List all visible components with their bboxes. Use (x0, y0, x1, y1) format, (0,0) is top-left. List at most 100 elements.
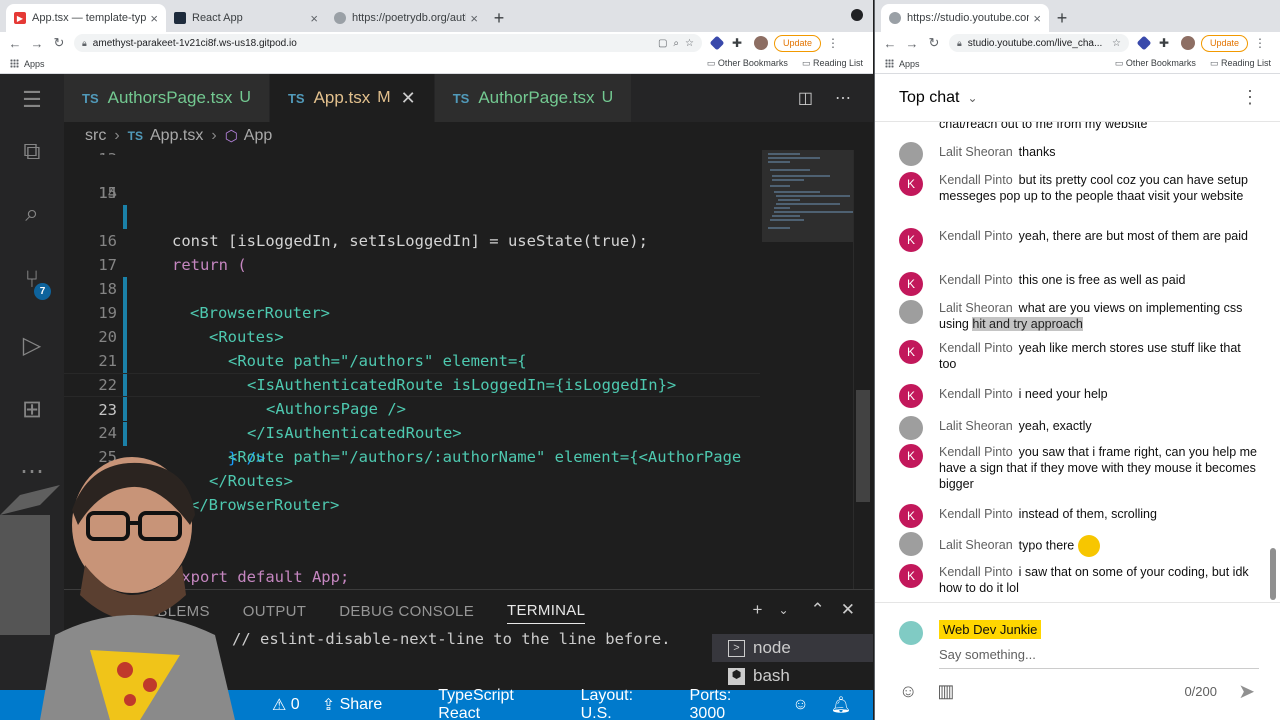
editor-tab-app[interactable]: TS App.tsx M ✕ (269, 74, 435, 122)
terminal-node[interactable]: > node (712, 634, 873, 662)
explorer-icon[interactable]: ⧉ (16, 136, 48, 168)
message-author[interactable]: Lalit Sheoran (939, 419, 1013, 433)
close-panel-icon[interactable]: ✕ (841, 600, 855, 620)
message-author[interactable]: Lalit Sheoran (939, 145, 1013, 159)
avatar[interactable] (899, 142, 923, 166)
message-author[interactable]: Kendall Pinto (939, 273, 1013, 287)
browser-menu-icon[interactable]: ⋮ (827, 36, 839, 50)
profile-avatar[interactable] (1181, 36, 1195, 50)
message-author[interactable]: Kendall Pinto (939, 173, 1013, 187)
browser-tab-app-tsx[interactable]: ▶ App.tsx — template-typescript × (6, 4, 166, 32)
avatar[interactable]: K (899, 384, 923, 408)
message-author[interactable]: Kendall Pinto (939, 229, 1013, 243)
back-icon[interactable]: ← (4, 36, 26, 51)
profile-avatar[interactable] (754, 36, 768, 50)
apps-bookmark[interactable]: Apps (10, 59, 45, 69)
bookmark-star-icon[interactable]: ☆ (1112, 38, 1121, 49)
avatar[interactable] (899, 416, 923, 440)
emoji-picker-icon[interactable]: ☺ (899, 681, 917, 702)
problems-status[interactable]: ⚠ 0 (272, 695, 300, 715)
share-status[interactable]: ⇪ Share (322, 695, 383, 715)
avatar[interactable]: K (899, 272, 923, 296)
avatar[interactable]: K (899, 340, 923, 364)
menu-icon[interactable]: ☰ (16, 84, 48, 116)
run-debug-icon[interactable]: ▷ (16, 330, 48, 362)
close-tab-icon[interactable]: × (150, 11, 158, 26)
tab-output[interactable]: OUTPUT (243, 603, 306, 624)
keyboard-layout[interactable]: Layout: U.S. (581, 687, 668, 720)
browser-menu-icon[interactable]: ⋮ (1254, 36, 1266, 50)
terminal-bash[interactable]: ⬢ bash (712, 662, 873, 690)
browser-tab-poetrydb[interactable]: https://poetrydb.org/author × (326, 4, 486, 32)
minimap[interactable] (760, 150, 860, 652)
message-author[interactable]: Kendall Pinto (939, 565, 1013, 579)
split-editor-icon[interactable]: ◫ (798, 88, 813, 108)
reload-icon[interactable]: ↻ (923, 35, 945, 51)
forward-icon[interactable]: → (901, 36, 923, 51)
update-button[interactable]: Update (1201, 34, 1249, 52)
chat-input[interactable]: Say something... (939, 647, 1259, 669)
extensions-icon[interactable]: ⊞ (16, 394, 48, 426)
top-chat-dropdown[interactable]: Top chat (899, 89, 959, 107)
message-author[interactable]: Lalit Sheoran (939, 301, 1013, 315)
language-mode[interactable]: TypeScript React (438, 687, 558, 720)
feedback-icon[interactable]: ☺ (792, 696, 808, 714)
message-author[interactable]: Kendall Pinto (939, 507, 1013, 521)
message-author[interactable]: Lalit Sheoran (939, 538, 1013, 552)
address-bar[interactable]: 🔒︎ studio.youtube.com/live_cha... ☆ (949, 34, 1129, 52)
address-bar[interactable]: 🔒︎ amethyst-parakeet-1v21ci8f.ws-us18.gi… (74, 34, 702, 52)
close-tab-icon[interactable]: ✕ (401, 88, 416, 109)
puzzle-icon[interactable]: ✚ (732, 36, 746, 50)
avatar[interactable] (899, 532, 923, 556)
message-author[interactable]: Kendall Pinto (939, 445, 1013, 459)
other-bookmarks[interactable]: Other Bookmarks (707, 58, 788, 69)
editor-scrollbar[interactable] (853, 150, 873, 652)
breadcrumb-folder[interactable]: src (85, 127, 106, 145)
message-author[interactable]: Kendall Pinto (939, 341, 1013, 355)
send-icon[interactable]: ➤ (1238, 679, 1255, 704)
chat-messages[interactable]: chat/reach out to me from my website Lal… (875, 122, 1280, 602)
ports-status[interactable]: Ports: 3000 (690, 687, 771, 720)
message-author[interactable]: Kendall Pinto (939, 387, 1013, 401)
close-tab-icon[interactable]: × (310, 11, 318, 26)
editor-tab-authorpage[interactable]: TS AuthorPage.tsx U (434, 74, 633, 122)
tab-search-icon[interactable] (851, 9, 863, 21)
chat-menu-icon[interactable]: ⋮ (1241, 87, 1259, 108)
tab-debug-console[interactable]: DEBUG CONSOLE (339, 603, 474, 624)
avatar[interactable]: K (899, 228, 923, 252)
chevron-down-icon[interactable]: ⌄ (967, 91, 977, 105)
search-icon[interactable]: ⌕ (16, 198, 48, 230)
zoom-icon[interactable]: ⌕ (673, 38, 679, 49)
bookmark-star-icon[interactable]: ☆ (685, 38, 694, 49)
new-terminal-icon[interactable]: + (753, 600, 763, 620)
editor-tab-authorspage[interactable]: TS AuthorsPage.tsx U (64, 74, 270, 122)
avatar[interactable]: K (899, 444, 923, 468)
reading-list[interactable]: Reading List (1210, 58, 1271, 69)
chat-scrollbar[interactable] (1270, 548, 1276, 600)
avatar[interactable]: K (899, 564, 923, 588)
reload-icon[interactable]: ↻ (48, 35, 70, 51)
close-tab-icon[interactable]: × (1033, 11, 1041, 26)
extension-icon[interactable] (1136, 35, 1152, 51)
extension-icon[interactable] (709, 35, 725, 51)
tab-terminal[interactable]: TERMINAL (507, 602, 586, 624)
scrollbar-thumb[interactable] (856, 390, 870, 502)
update-button[interactable]: Update (774, 34, 822, 52)
maximize-panel-icon[interactable]: ⌃ (811, 600, 825, 620)
puzzle-icon[interactable]: ✚ (1159, 36, 1173, 50)
avatar[interactable]: K (899, 172, 923, 196)
other-bookmarks[interactable]: Other Bookmarks (1115, 58, 1196, 69)
forward-icon[interactable]: → (26, 36, 48, 51)
breadcrumb-symbol[interactable]: App (244, 127, 272, 145)
poll-icon[interactable]: ▥ (937, 681, 954, 702)
browser-tab-react-app[interactable]: React App × (166, 4, 326, 32)
reading-list[interactable]: Reading List (802, 58, 863, 69)
apps-bookmark[interactable]: Apps (885, 59, 920, 69)
notifications-bell-icon[interactable]: 🔔︎ (831, 695, 851, 715)
editor-more-icon[interactable]: ⋯ (835, 88, 851, 108)
browser-tab-youtube-studio[interactable]: https://studio.youtube.com/live × (881, 4, 1049, 32)
close-tab-icon[interactable]: × (470, 11, 478, 26)
new-tab-button[interactable]: + (1049, 4, 1075, 32)
chevron-down-icon[interactable]: ⌄ (778, 600, 788, 620)
breadcrumb-file[interactable]: App.tsx (150, 127, 203, 145)
